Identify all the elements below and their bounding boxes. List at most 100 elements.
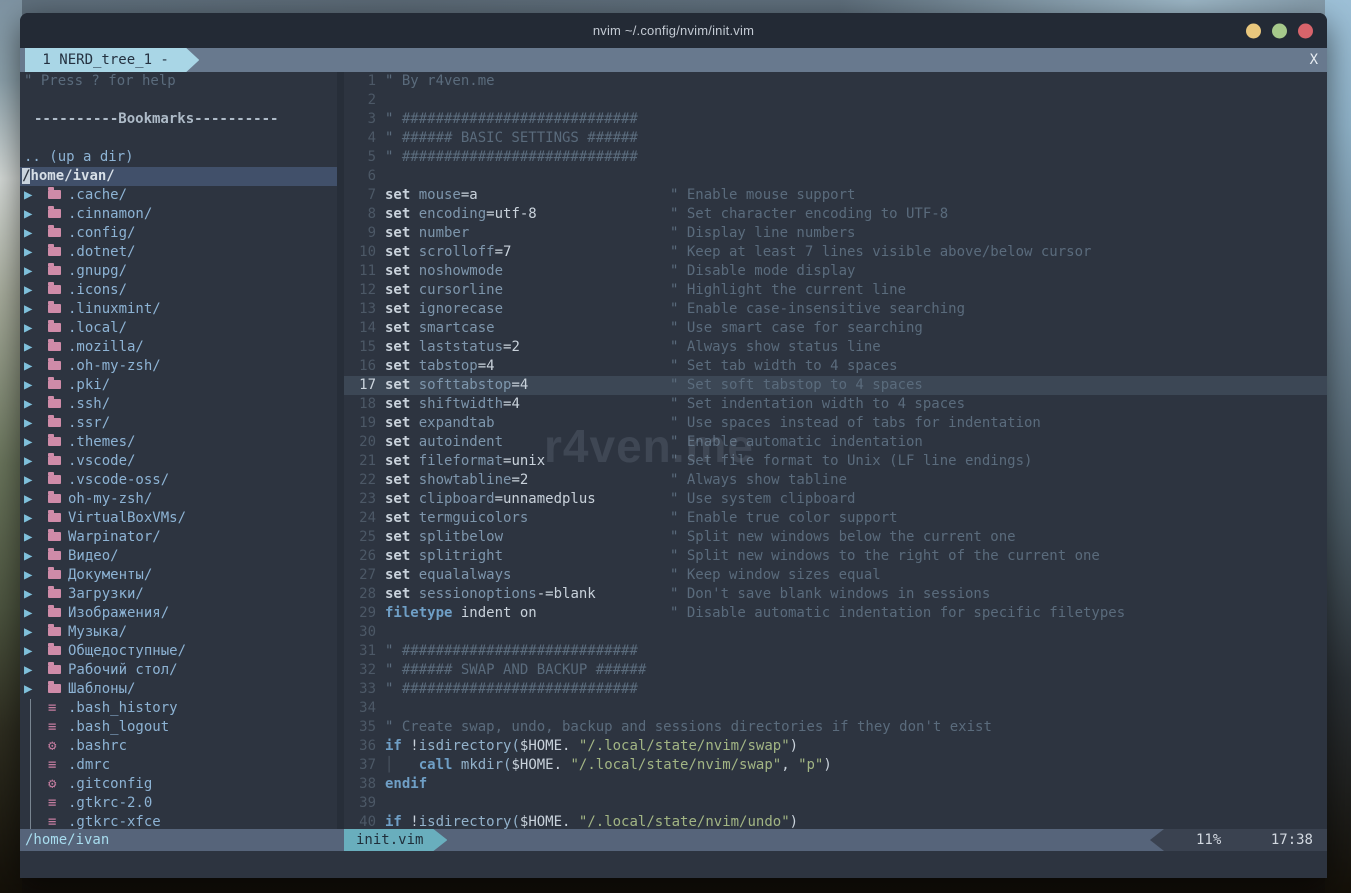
tree-row-dir[interactable]: ▶ .icons/	[20, 281, 337, 300]
tree-row-dir[interactable]: ▶ Рабочий стол/	[20, 661, 337, 680]
editor-line-4[interactable]: 4 " ###### BASIC SETTINGS ######	[344, 129, 1327, 148]
editor-line-16[interactable]: 16 set tabstop=4 " Set tab width to 4 spac…	[344, 357, 1327, 376]
editor-line-21[interactable]: 21 set fileformat=unix " Set file format t…	[344, 452, 1327, 471]
editor-line-23[interactable]: 23 set clipboard=unnamedplus " Use system …	[344, 490, 1327, 509]
collapsed-arrow-icon[interactable]: ▶	[24, 528, 48, 547]
editor-line-35[interactable]: 35 " Create swap, undo, backup and sessio…	[344, 718, 1327, 737]
editor-line-6[interactable]: 6	[344, 167, 1327, 186]
tree-row-dir[interactable]: ▶ .cache/	[20, 186, 337, 205]
collapsed-arrow-icon[interactable]: ▶	[24, 471, 48, 490]
editor-line-11[interactable]: 11 set noshowmode " Disable mode display	[344, 262, 1327, 281]
collapsed-arrow-icon[interactable]: ▶	[24, 642, 48, 661]
tree-row-file[interactable]: ⚙ .bashrc	[20, 737, 337, 756]
tree-row-dir[interactable]: ▶ Видео/	[20, 547, 337, 566]
editor-line-37[interactable]: 37 │ call mkdir($HOME. "/.local/state/nvi…	[344, 756, 1327, 775]
editor-line-15[interactable]: 15 set laststatus=2 " Always show status l…	[344, 338, 1327, 357]
tree-row-dir[interactable]: ▶ .oh-my-zsh/	[20, 357, 337, 376]
editor-line-34[interactable]: 34	[344, 699, 1327, 718]
collapsed-arrow-icon[interactable]: ▶	[24, 547, 48, 566]
editor-line-2[interactable]: 2	[344, 91, 1327, 110]
editor-line-36[interactable]: 36 if !isdirectory($HOME. "/.local/state/…	[344, 737, 1327, 756]
collapsed-arrow-icon[interactable]: ▶	[24, 433, 48, 452]
maximize-button[interactable]	[1272, 23, 1287, 38]
tree-row-dir[interactable]: ▶ .cinnamon/	[20, 205, 337, 224]
collapsed-arrow-icon[interactable]: ▶	[24, 509, 48, 528]
editor-line-38[interactable]: 38 endif	[344, 775, 1327, 794]
editor-line-39[interactable]: 39	[344, 794, 1327, 813]
editor-line-24[interactable]: 24 set termguicolors " Enable true color s…	[344, 509, 1327, 528]
window-split-separator[interactable]	[337, 72, 344, 829]
collapsed-arrow-icon[interactable]: ▶	[24, 243, 48, 262]
tree-row-dir[interactable]: ▶ oh-my-zsh/	[20, 490, 337, 509]
tree-row-dir[interactable]: ▶ Общедоступные/	[20, 642, 337, 661]
tree-row-dir[interactable]: ▶ .ssr/	[20, 414, 337, 433]
collapsed-arrow-icon[interactable]: ▶	[24, 186, 48, 205]
editor-line-32[interactable]: 32 " ###### SWAP AND BACKUP ######	[344, 661, 1327, 680]
tree-row-dir[interactable]: ▶ .config/	[20, 224, 337, 243]
tree-row-dir[interactable]: ▶ .themes/	[20, 433, 337, 452]
tab-nerdtree[interactable]: 1 NERD_tree_1 -	[25, 48, 199, 72]
collapsed-arrow-icon[interactable]: ▶	[24, 604, 48, 623]
editor-line-22[interactable]: 22 set showtabline=2 " Always show tabline	[344, 471, 1327, 490]
editor-line-8[interactable]: 8 set encoding=utf-8 " Set character encod…	[344, 205, 1327, 224]
editor-line-14[interactable]: 14 set smartcase " Use smart case for sear…	[344, 319, 1327, 338]
tree-row-dir[interactable]: ▶ Документы/	[20, 566, 337, 585]
editor-line-30[interactable]: 30	[344, 623, 1327, 642]
tree-row-file[interactable]: ≡ .gtkrc-2.0	[20, 794, 337, 813]
collapsed-arrow-icon[interactable]: ▶	[24, 300, 48, 319]
tree-row-dir[interactable]: ▶ Warpinator/	[20, 528, 337, 547]
tree-row-dir[interactable]: ▶ .gnupg/	[20, 262, 337, 281]
tree-row-file[interactable]: ≡ .bash_logout	[20, 718, 337, 737]
editor-line-18[interactable]: 18 set shiftwidth=4 " Set indentation widt…	[344, 395, 1327, 414]
minimize-button[interactable]	[1246, 23, 1261, 38]
tree-row-file[interactable]: ≡ .bash_history	[20, 699, 337, 718]
tree-row-dir[interactable]: ▶ .dotnet/	[20, 243, 337, 262]
collapsed-arrow-icon[interactable]: ▶	[24, 376, 48, 395]
collapsed-arrow-icon[interactable]: ▶	[24, 281, 48, 300]
close-button[interactable]	[1298, 23, 1313, 38]
collapsed-arrow-icon[interactable]: ▶	[24, 490, 48, 509]
tree-row-dir[interactable]: ▶ .pki/	[20, 376, 337, 395]
tree-row-dir[interactable]: ▶ .local/	[20, 319, 337, 338]
editor-line-20[interactable]: 20 set autoindent " Enable automatic inden…	[344, 433, 1327, 452]
collapsed-arrow-icon[interactable]: ▶	[24, 680, 48, 699]
editor-line-7[interactable]: 7 set mouse=a " Enable mouse support	[344, 186, 1327, 205]
collapsed-arrow-icon[interactable]: ▶	[24, 357, 48, 376]
collapsed-arrow-icon[interactable]: ▶	[24, 319, 48, 338]
tree-row-dir[interactable]: ▶ Музыка/	[20, 623, 337, 642]
editor-line-5[interactable]: 5 " ############################	[344, 148, 1327, 167]
editor-line-40[interactable]: 40 if !isdirectory($HOME. "/.local/state/…	[344, 813, 1327, 829]
tree-row-file[interactable]: ≡ .gtkrc-xfce	[20, 813, 337, 829]
titlebar[interactable]: nvim ~/.config/nvim/init.vim	[20, 13, 1327, 48]
tab-close-icon[interactable]: X	[1310, 48, 1318, 72]
editor-line-29[interactable]: 29 filetype indent on " Disable automatic …	[344, 604, 1327, 623]
editor-line-12[interactable]: 12 set cursorline " Highlight the current …	[344, 281, 1327, 300]
collapsed-arrow-icon[interactable]: ▶	[24, 585, 48, 604]
editor-line-17[interactable]: 17 set softtabstop=4 " Set soft tabstop to…	[344, 376, 1327, 395]
collapsed-arrow-icon[interactable]: ▶	[24, 224, 48, 243]
tree-row-updir[interactable]: .. (up a dir)	[20, 148, 337, 167]
editor-line-19[interactable]: 19 set expandtab " Use spaces instead of t…	[344, 414, 1327, 433]
tree-row-root[interactable]: /home/ivan/	[20, 167, 337, 186]
editor-line-25[interactable]: 25 set splitbelow " Split new windows belo…	[344, 528, 1327, 547]
tree-row-dir[interactable]: ▶ Загрузки/	[20, 585, 337, 604]
editor-line-31[interactable]: 31 " ############################	[344, 642, 1327, 661]
tree-row-dir[interactable]: ▶ .ssh/	[20, 395, 337, 414]
collapsed-arrow-icon[interactable]: ▶	[24, 623, 48, 642]
tree-row-file[interactable]: ≡ .dmrc	[20, 756, 337, 775]
collapsed-arrow-icon[interactable]: ▶	[24, 661, 48, 680]
tree-row-dir[interactable]: ▶ Изображения/	[20, 604, 337, 623]
collapsed-arrow-icon[interactable]: ▶	[24, 566, 48, 585]
editor-line-26[interactable]: 26 set splitright " Split new windows to t…	[344, 547, 1327, 566]
tree-row-dir[interactable]: ▶ .vscode-oss/	[20, 471, 337, 490]
editor-line-27[interactable]: 27 set equalalways " Keep window sizes equ…	[344, 566, 1327, 585]
tree-row-dir[interactable]: ▶ VirtualBoxVMs/	[20, 509, 337, 528]
collapsed-arrow-icon[interactable]: ▶	[24, 205, 48, 224]
collapsed-arrow-icon[interactable]: ▶	[24, 262, 48, 281]
editor-line-28[interactable]: 28 set sessionoptions-=blank " Don't save …	[344, 585, 1327, 604]
collapsed-arrow-icon[interactable]: ▶	[24, 414, 48, 433]
collapsed-arrow-icon[interactable]: ▶	[24, 338, 48, 357]
collapsed-arrow-icon[interactable]: ▶	[24, 452, 48, 471]
editor-line-13[interactable]: 13 set ignorecase " Enable case-insensitiv…	[344, 300, 1327, 319]
editor-line-9[interactable]: 9 set number " Display line numbers	[344, 224, 1327, 243]
